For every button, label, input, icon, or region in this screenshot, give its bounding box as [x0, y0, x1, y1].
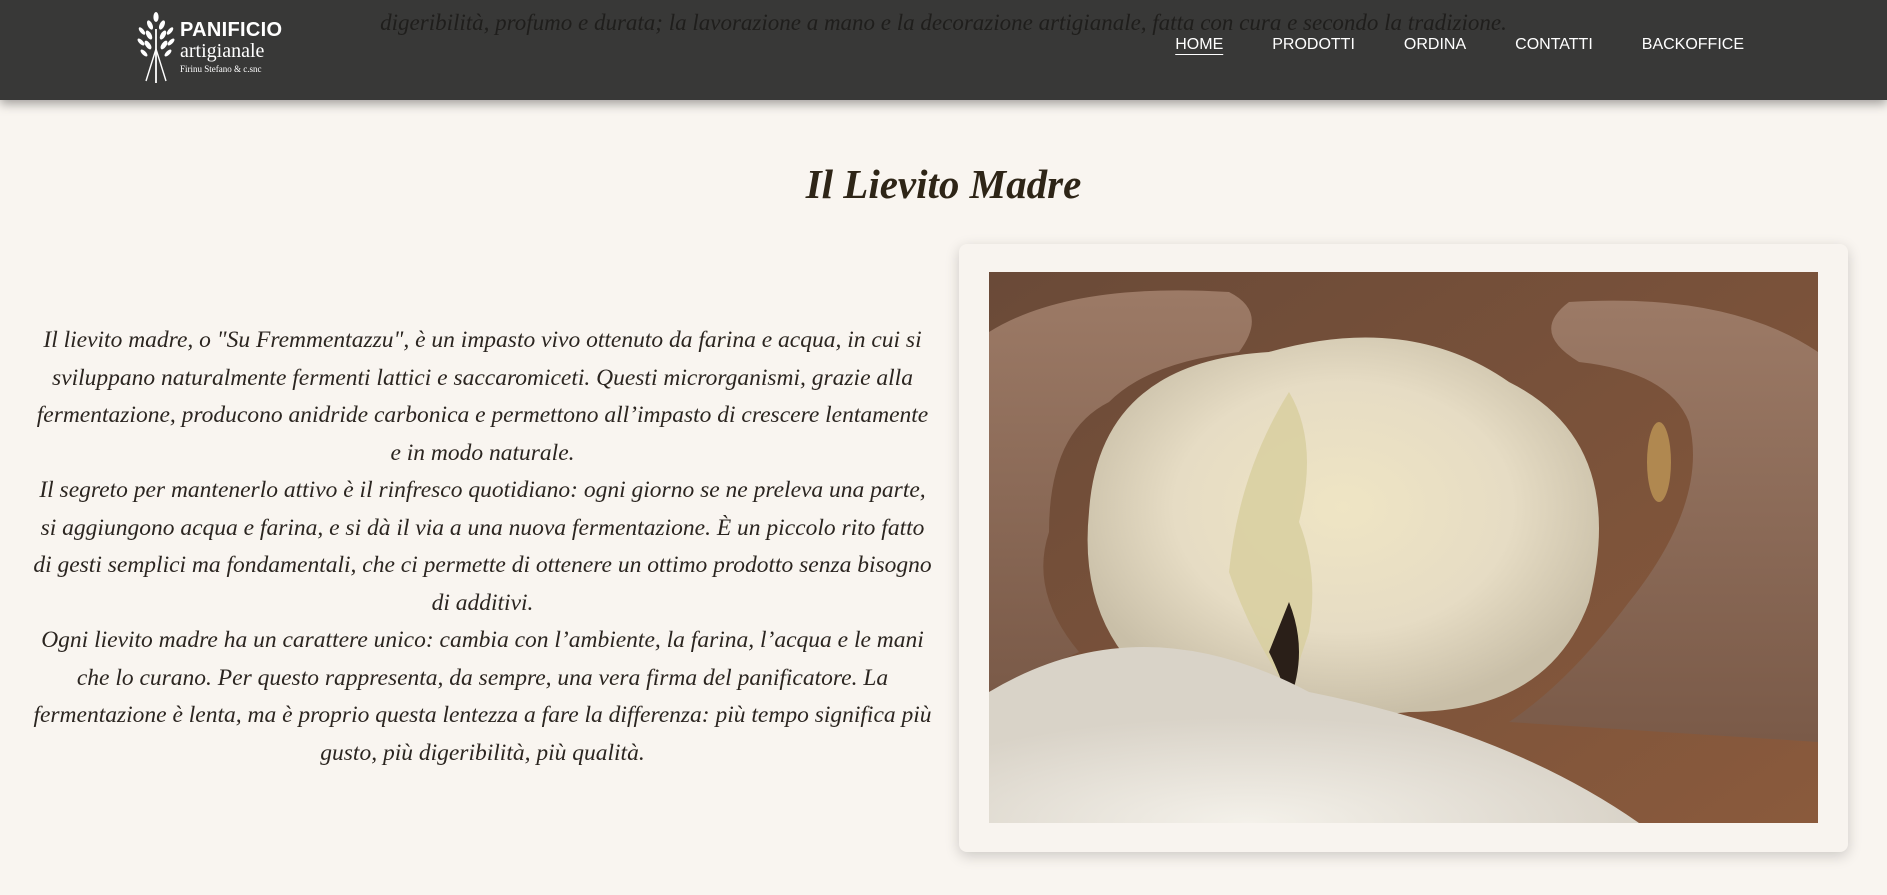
lievito-madre-photo — [989, 272, 1818, 823]
main-nav: HOME PRODOTTI ORDINA CONTATTI BACKOFFICE — [1175, 36, 1744, 57]
nav-prodotti[interactable]: PRODOTTI — [1272, 36, 1355, 57]
image-card — [959, 244, 1848, 852]
nav-backoffice[interactable]: BACKOFFICE — [1642, 36, 1744, 57]
nav-contatti[interactable]: CONTATTI — [1515, 36, 1593, 57]
paragraph-2: Il segreto per mantenerlo attivo è il ri… — [33, 477, 932, 616]
section-title: Il Lievito Madre — [805, 161, 1082, 207]
nav-home[interactable]: HOME — [1175, 36, 1223, 57]
logo-company: Firinu Stefano & c.snc — [180, 64, 262, 74]
paragraph-3: Ogni lievito madre ha un carattere unico… — [33, 627, 932, 766]
paragraph-1: Il lievito madre, o "Su Fremmentazzu", è… — [36, 327, 929, 466]
nav-ordina[interactable]: ORDINA — [1404, 36, 1466, 57]
section-text: Il lievito madre, o "Su Fremmentazzu", è… — [30, 322, 935, 772]
logo-subtitle: artigianale — [180, 40, 265, 62]
scrolled-paragraph-fragment: digeribilità, profumo e durata; la lavor… — [380, 10, 1507, 35]
